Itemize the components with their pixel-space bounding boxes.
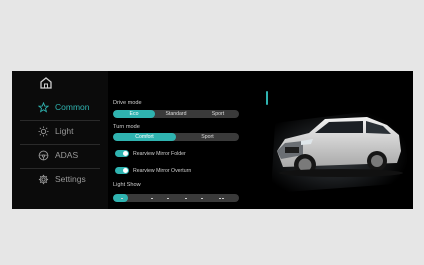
star-icon	[37, 101, 49, 113]
steering-wheel-icon	[37, 149, 49, 161]
light-show-slider[interactable]	[113, 194, 239, 202]
drive-mode-sport[interactable]: Sport	[197, 110, 239, 118]
drive-mode-selector[interactable]: Eco Standard Sport	[113, 110, 239, 118]
slider-tick	[222, 198, 224, 199]
sidebar-item-settings[interactable]: Settings	[18, 169, 102, 189]
slider-tick	[201, 198, 203, 199]
sidebar-item-label: Light	[55, 126, 74, 136]
mirror-folder-toggle[interactable]	[115, 150, 129, 157]
sidebar: Common Light ADAS Settings	[12, 71, 108, 209]
drive-mode-eco[interactable]: Eco	[113, 110, 155, 118]
slider-tick	[151, 198, 153, 199]
sidebar-item-label: Common	[55, 102, 90, 112]
turn-mode-comfort[interactable]: Comfort	[113, 133, 176, 141]
gear-icon	[37, 173, 49, 185]
scroll-indicator[interactable]	[266, 91, 268, 105]
sidebar-item-label: ADAS	[55, 150, 79, 160]
light-show-label: Light Show	[113, 182, 141, 188]
turn-mode-sport[interactable]: Sport	[176, 133, 239, 141]
sidebar-item-common[interactable]: Common	[18, 97, 102, 117]
vehicle-preview	[263, 71, 413, 209]
slider-tick	[185, 198, 187, 199]
turn-mode-label: Turn mode	[113, 124, 140, 130]
sidebar-item-label: Settings	[55, 174, 86, 184]
sun-icon	[37, 125, 49, 137]
drive-mode-standard[interactable]: Standard	[155, 110, 197, 118]
mirror-overturn-toggle[interactable]	[115, 167, 129, 174]
mirror-folder-label: Rearview Mirror Folder	[133, 151, 186, 157]
common-settings-panel: Drive mode Eco Standard Sport Turn mode …	[113, 71, 263, 209]
slider-tick	[167, 198, 169, 199]
infotainment-screen: Common Light ADAS Settings Drive mode Ec…	[12, 71, 413, 209]
home-icon[interactable]	[39, 76, 53, 90]
mirror-overturn-label: Rearview Mirror Overturn	[133, 168, 192, 174]
slider-tick	[121, 198, 123, 199]
turn-mode-selector[interactable]: Comfort Sport	[113, 133, 239, 141]
sidebar-item-light[interactable]: Light	[18, 121, 102, 141]
slider-tick	[219, 198, 221, 199]
sidebar-item-adas[interactable]: ADAS	[18, 145, 102, 165]
suv-image	[263, 71, 413, 209]
drive-mode-label: Drive mode	[113, 100, 142, 106]
